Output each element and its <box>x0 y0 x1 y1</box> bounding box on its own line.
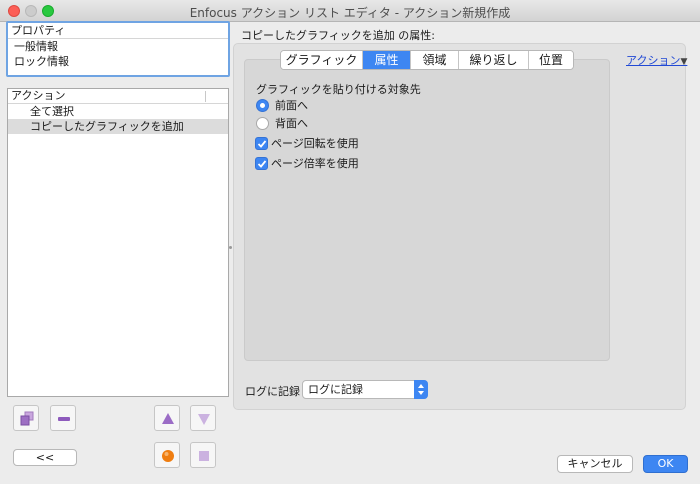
checkmark-icon <box>257 139 267 148</box>
log-select[interactable]: ログに記録 <box>302 380 428 399</box>
actions-header-label: アクション <box>11 89 66 102</box>
tab-graphic[interactable]: グラフィック <box>281 51 363 69</box>
attribute-tabs: グラフィック 属性 領域 繰り返し 位置 <box>280 50 574 70</box>
tab-attributes[interactable]: 属性 <box>363 51 411 69</box>
stop-square-icon <box>199 451 209 461</box>
actions-header: アクション <box>8 89 228 104</box>
checkbox-rotation-label: ページ回転を使用 <box>271 137 359 150</box>
tab-area[interactable]: 領域 <box>411 51 459 69</box>
checkbox-scale-label: ページ倍率を使用 <box>271 157 359 170</box>
log-label: ログに記録 <box>245 385 300 398</box>
log-select-value: ログに記録 <box>308 383 363 396</box>
radio-front-label: 前面へ <box>275 99 308 112</box>
radio-back-label: 背面へ <box>275 117 308 130</box>
action-menu-link[interactable]: アクション▼ <box>626 52 687 68</box>
remove-action-button[interactable] <box>50 405 76 431</box>
checkbox-use-page-rotation[interactable]: ページ回転を使用 <box>255 135 359 151</box>
properties-item-general[interactable]: 一般情報 <box>8 39 228 54</box>
cancel-button[interactable]: キャンセル <box>557 455 633 473</box>
ok-button[interactable]: OK <box>643 455 688 473</box>
action-menu-label[interactable]: アクション <box>626 54 680 67</box>
column-separator[interactable] <box>205 91 206 102</box>
triangle-up-icon <box>162 413 174 424</box>
window-title: Enfocus アクション リスト エディタ - アクション新規作成 <box>189 6 511 20</box>
orange-circle-icon <box>162 450 174 462</box>
checkbox-use-page-scale[interactable]: ページ倍率を使用 <box>255 155 359 171</box>
checkbox-rotation-box[interactable] <box>255 136 268 150</box>
radio-front-button[interactable] <box>256 98 269 112</box>
checkbox-scale-box[interactable] <box>255 156 268 170</box>
record-button[interactable] <box>154 442 180 468</box>
tab-position[interactable]: 位置 <box>529 51 573 69</box>
minus-icon <box>58 417 70 421</box>
radio-back-button[interactable] <box>256 116 269 130</box>
duplicate-action-button[interactable] <box>13 405 39 431</box>
collapse-button[interactable]: << <box>13 449 77 466</box>
checkmark-icon <box>257 159 267 168</box>
radio-back[interactable]: 背面へ <box>256 115 308 131</box>
triangle-down-icon <box>198 414 210 425</box>
duplicate-icon <box>20 411 34 426</box>
triangle-down-icon: ▼ <box>680 57 688 67</box>
attributes-title: コピーしたグラフィックを追加 の属性: <box>241 29 435 42</box>
properties-list[interactable]: プロパティ 一般情報 ロック情報 <box>6 21 230 77</box>
actions-list[interactable]: アクション 全て選択 コピーしたグラフィックを追加 <box>7 88 229 397</box>
window-titlebar: Enfocus アクション リスト エディタ - アクション新規作成 <box>0 0 700 22</box>
action-item-select-all[interactable]: 全て選択 <box>8 104 228 119</box>
move-down-button[interactable] <box>190 405 216 431</box>
paste-target-label: グラフィックを貼り付ける対象先 <box>256 83 421 96</box>
properties-item-lock[interactable]: ロック情報 <box>8 54 228 69</box>
select-arrows-icon <box>414 380 428 399</box>
properties-header: プロパティ <box>8 23 228 39</box>
action-item-add-copied-graphic[interactable]: コピーしたグラフィックを追加 <box>8 119 228 134</box>
move-up-button[interactable] <box>154 405 180 431</box>
stop-button[interactable] <box>190 442 216 468</box>
radio-front[interactable]: 前面へ <box>256 97 308 113</box>
tab-repeat[interactable]: 繰り返し <box>459 51 529 69</box>
